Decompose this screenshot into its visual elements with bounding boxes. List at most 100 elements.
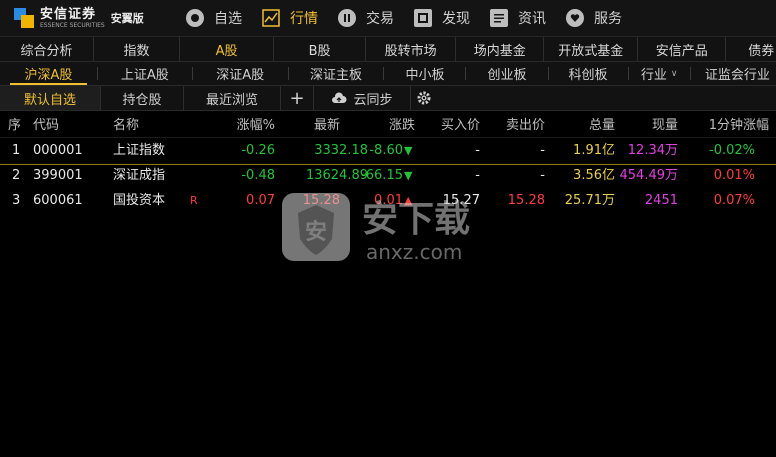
table-row[interactable]: 1 000001 上证指数 -0.26 3332.18 -8.60 ▼ - - …: [0, 140, 776, 165]
row-1min: 0.07%: [713, 193, 755, 208]
subtab-star[interactable]: 科创板: [549, 62, 628, 85]
col-ask[interactable]: 卖出价: [485, 115, 545, 137]
subtab-sz-main[interactable]: 深证主板: [289, 62, 384, 85]
nav-market[interactable]: 行情: [256, 0, 332, 36]
row-pct: -0.26: [241, 143, 275, 158]
down-arrow-icon: ▼: [404, 169, 413, 182]
subtab-industry-label: 行业: [640, 68, 667, 83]
trade-icon: [338, 9, 356, 27]
row-1min: -0.02%: [709, 143, 755, 158]
row-chg: -66.15: [361, 168, 403, 183]
tab-b-shares[interactable]: B股: [274, 37, 367, 61]
row-ask: -: [540, 168, 545, 183]
row-code: 399001: [33, 168, 83, 183]
subtab-chinext[interactable]: 创业板: [466, 62, 547, 85]
list-tabs: 默认自选 持仓股 最近浏览 + 云同步: [0, 86, 776, 111]
row-name: 深证成指: [113, 168, 166, 183]
row-code: 600061: [33, 193, 83, 208]
col-1min[interactable]: 1分钟涨幅: [683, 115, 769, 137]
row-seq: 2: [12, 168, 21, 183]
star-circle-icon: [186, 9, 204, 27]
table-header: 序 代码 名称 涨幅% 最新 涨跌 买入价 卖出价 总量 现量 1分钟涨幅: [0, 115, 776, 138]
col-chg[interactable]: 涨跌: [355, 115, 415, 137]
tab-neeq[interactable]: 股转市场: [366, 37, 457, 61]
col-pct[interactable]: 涨幅%: [205, 115, 275, 137]
subtab-sz-a[interactable]: 深证A股: [193, 62, 288, 85]
subtab-sh-a[interactable]: 上证A股: [98, 62, 192, 85]
row-volume: 1.91亿: [573, 143, 615, 158]
app-logo: 安信证券 ESSENCE SECURITIES 安翼版: [14, 6, 144, 30]
row-pct: -0.48: [241, 168, 275, 183]
tab-open-funds[interactable]: 开放式基金: [544, 37, 639, 61]
tab-a-shares[interactable]: A股: [180, 37, 275, 61]
tab-essence-products[interactable]: 安信产品: [638, 37, 727, 61]
cloud-sync-label: 云同步: [353, 92, 393, 108]
col-code[interactable]: 代码: [33, 115, 59, 137]
row-name: 上证指数: [113, 143, 166, 158]
brand-name: 安信证券: [40, 6, 97, 22]
nav-service[interactable]: 服务: [560, 0, 636, 36]
nav-trade[interactable]: 交易: [332, 0, 408, 36]
tab-index[interactable]: 指数: [94, 37, 181, 61]
logo-mark-icon: [14, 8, 34, 28]
subtab-csrc-industry[interactable]: 证监会行业: [691, 62, 776, 85]
col-name[interactable]: 名称: [113, 115, 139, 137]
svg-text:安: 安: [305, 219, 327, 245]
margin-flag-badge: R: [190, 194, 198, 207]
nav-news[interactable]: 资讯: [484, 0, 560, 36]
discover-icon: [414, 9, 432, 27]
row-chg: -8.60: [369, 143, 403, 158]
main-nav: 自选 行情 交易 发现 资讯 服务: [180, 0, 636, 36]
table-row[interactable]: 2 399001 深证成指 -0.48 13624.89 -66.15 ▼ - …: [0, 165, 776, 189]
up-arrow-icon: ▲: [404, 194, 413, 207]
nav-discover[interactable]: 发现: [408, 0, 484, 36]
row-last: 15.28: [302, 193, 340, 208]
table-row[interactable]: 3 600061 国投资本 R 0.07 15.28 0.01 ▲ 15.27 …: [0, 190, 776, 214]
col-volume[interactable]: 总量: [555, 115, 615, 137]
tab-recent[interactable]: 最近浏览: [184, 86, 281, 110]
col-bid[interactable]: 买入价: [420, 115, 480, 137]
cloud-sync-button[interactable]: 云同步: [314, 86, 411, 110]
tab-comprehensive[interactable]: 综合分析: [0, 37, 94, 61]
row-bid: 15.27: [442, 193, 480, 208]
market-subtabs: 沪深A股 上证A股 深证A股 深证主板 中小板 创业板 科创板 行业 ∨ 证监会…: [0, 62, 776, 86]
row-ask: 15.28: [507, 193, 545, 208]
row-ask: -: [540, 143, 545, 158]
tab-listed-funds[interactable]: 场内基金: [456, 37, 545, 61]
col-current[interactable]: 现量: [618, 115, 678, 137]
tab-default-watchlist[interactable]: 默认自选: [0, 86, 101, 110]
edition-label: 安翼版: [110, 12, 144, 25]
row-volume: 25.71万: [564, 193, 615, 208]
row-current: 2451: [644, 193, 678, 208]
nav-label: 资讯: [518, 11, 546, 27]
brand-name-en: ESSENCE SECURITIES: [40, 21, 105, 29]
subtab-sme[interactable]: 中小板: [384, 62, 465, 85]
top-bar: 安信证券 ESSENCE SECURITIES 安翼版 自选 行情 交易 发现 …: [0, 0, 776, 37]
tab-bonds[interactable]: 债券: [726, 37, 776, 61]
settings-button[interactable]: [411, 86, 437, 110]
category-tabs: 综合分析 指数 A股 B股 股转市场 场内基金 开放式基金 安信产品 债券: [0, 37, 776, 62]
subtab-industry[interactable]: 行业 ∨: [629, 62, 690, 85]
row-seq: 1: [12, 143, 21, 158]
row-bid: -: [475, 168, 480, 183]
service-icon: [566, 9, 584, 27]
add-tab-button[interactable]: +: [281, 86, 314, 110]
col-seq[interactable]: 序: [8, 115, 21, 137]
nav-label: 服务: [594, 11, 622, 27]
row-current: 454.49万: [619, 168, 679, 183]
row-chg: 0.01: [374, 193, 403, 208]
col-last[interactable]: 最新: [280, 115, 340, 137]
cloud-icon: [332, 92, 347, 103]
tab-holdings[interactable]: 持仓股: [101, 86, 184, 110]
row-current: 12.34万: [627, 143, 678, 158]
gear-icon: [417, 91, 431, 105]
chevron-down-icon: ∨: [670, 68, 678, 79]
down-arrow-icon: ▼: [404, 144, 413, 157]
row-1min: 0.01%: [713, 168, 755, 183]
news-icon: [490, 9, 508, 27]
row-seq: 3: [12, 193, 21, 208]
nav-label: 交易: [366, 11, 394, 27]
subtab-sh-sz-a[interactable]: 沪深A股: [0, 62, 97, 85]
nav-watchlist[interactable]: 自选: [180, 0, 256, 36]
row-pct: 0.07: [246, 193, 275, 208]
